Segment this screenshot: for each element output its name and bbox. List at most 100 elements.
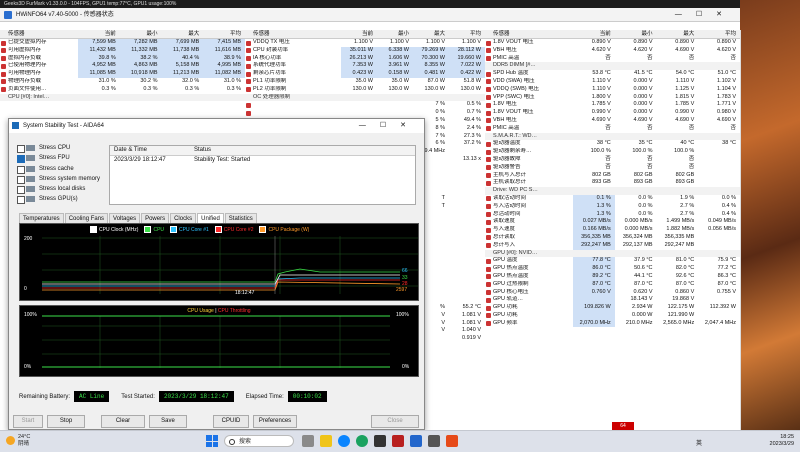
terminal-icon[interactable] <box>374 435 386 447</box>
sensor-section[interactable]: S.M.A.R.T.: WD… <box>485 132 740 141</box>
sensor-row[interactable]: 虚拟内存负载 39.8 % 38.2 % 40.4 % 38.9 % <box>0 54 245 63</box>
app-icon[interactable] <box>446 435 458 447</box>
input-language[interactable]: 英 <box>696 438 702 447</box>
sensor-row[interactable]: VDDQ (SWB) 电压 1.110 V 0.000 V 1.125 V 1.104 … <box>485 86 740 94</box>
sensor-row[interactable]: 总活动时间 1.3 % 0.0 % 2.7 % 0.4 % <box>485 210 740 219</box>
sensor-row[interactable]: GPU 功耗 0.000 W 121.990 W <box>485 311 740 320</box>
window-controls[interactable]: —☐✕ <box>359 119 420 133</box>
sensor-row[interactable]: VBH 电压 4.690 V 4.690 V 4.690 V 4.690 V <box>485 117 740 125</box>
sensor-row[interactable]: 驱动器温度 38 °C 35 °C 40 °C 38 °C <box>485 140 740 148</box>
sensor-row[interactable]: VBH 电压 4.620 V 4.620 V 4.690 V 4.620 V <box>485 47 740 55</box>
sensor-row[interactable]: 已提交虚拟内存 7,599 MB 7,282 MB 7,699 MB 7,415 MB <box>0 39 245 47</box>
sensor-row[interactable]: 总计读取 356,335 MB 356,324 MB 356,335 MB <box>485 233 740 242</box>
sensor-row[interactable]: 驱动器剩余寿… 100.0 % 100.0 % 100.0 % <box>485 148 740 156</box>
sensor-row[interactable]: 总计写入 292,247 MB 292,137 MB 292,247 MB <box>485 241 740 250</box>
cpuid-button[interactable]: CPUID <box>213 415 249 428</box>
file-explorer-icon[interactable] <box>320 435 332 447</box>
sensor-section[interactable]: CPU [#0]: Intel… <box>0 93 245 102</box>
weather-widget[interactable]: 24°C 阴晴 <box>6 434 30 448</box>
stress-option[interactable]: Stress CPU <box>17 143 100 153</box>
sensor-row[interactable]: 已使用物理内存 4,952 MB 4,863 MB 5,158 MB 4,995 MB <box>0 62 245 71</box>
sensor-row[interactable]: 可用虚拟内存 11,432 MB 11,332 MB 11,738 MB 11,616 … <box>0 46 245 55</box>
sensor-section[interactable]: DDR5 DIMM [#… <box>485 62 740 71</box>
col-header[interactable]: 最大 <box>657 30 699 38</box>
clear-button[interactable]: Clear <box>101 415 145 428</box>
save-button[interactable]: Save <box>149 415 187 428</box>
col-header[interactable]: 最大 <box>162 30 204 38</box>
sensor-row[interactable]: 剩余芯片功率 0.423 W 0.158 W 0.481 W 0.422 W <box>245 70 485 78</box>
sensor-row[interactable]: IA 核心功率 26.213 W 1.606 W 70.300 W 19.660 W <box>245 54 485 63</box>
sensor-row[interactable]: PMIC 高温 否 否 否 否 <box>485 125 740 133</box>
stress-option[interactable]: Stress system memory <box>17 174 100 184</box>
sensor-row[interactable]: VDD (SWA) 电压 1.110 V 0.000 V 1.110 V 1.102 V <box>485 78 740 86</box>
col-header[interactable]: 传感器 <box>245 30 341 38</box>
sensor-row[interactable]: CPU 封装功率 35.011 W 6.338 W 79.269 W 28.112 W <box>245 46 485 55</box>
sensor-row[interactable]: VDDQ TX 电压 1.100 V 1.100 V 1.100 V 1.100 V <box>245 39 485 47</box>
sensor-row[interactable]: GPU 轨道… 18.143 V 19.868 V <box>485 296 740 305</box>
stress-option[interactable]: Stress local disks <box>17 184 100 195</box>
system-clock[interactable]: 18:25 2023/3/29 <box>770 434 794 448</box>
col-header[interactable]: 当前 <box>573 30 615 38</box>
sensor-row[interactable]: GPU 功耗 109.826 W 2.934 W 122.175 W 112.392 W <box>485 304 740 312</box>
sensor-section[interactable]: GPU [#0]: NVID… <box>485 249 740 258</box>
col-header[interactable]: 平均 <box>698 30 740 38</box>
sensor-row[interactable]: SPD Hub 温度 53.8 °C 41.5 °C 54.0 °C 51.0 °C <box>485 70 740 78</box>
stress-option[interactable]: Stress FPU <box>17 153 100 164</box>
col-header[interactable]: 平均 <box>449 30 485 38</box>
stress-option[interactable]: Stress GPU(s) <box>17 194 100 205</box>
sensor-row[interactable]: 读取速度 0.027 MB/s 0.000 MB/s 1.499 MB/s 0.049 … <box>485 218 740 227</box>
task-view-icon[interactable] <box>302 435 314 447</box>
sensor-row[interactable]: PL1 功率限制 35.0 W 35.0 W 87.0 W 51.8 W <box>245 78 485 86</box>
edge-icon[interactable] <box>338 435 350 447</box>
chrome-icon[interactable] <box>356 435 368 447</box>
sensor-row[interactable]: GPU 温度 77.8 °C 37.9 °C 81.0 °C 75.9 °C <box>485 257 740 266</box>
close-button[interactable]: Close <box>371 415 419 428</box>
sensor-row[interactable]: 1.8V VOUT 电压 0.890 V 0.890 V 0.890 V 0.890 V <box>485 39 740 47</box>
sensor-row[interactable]: GPU 频率 2,070.0 MHz 210.0 MHz 2,565.0 MHz 2,0… <box>485 319 740 328</box>
sensor-section[interactable]: Drive: WD PC S… <box>485 187 740 195</box>
stress-checkbox[interactable] <box>17 175 25 184</box>
col-header[interactable]: 最小 <box>615 30 657 38</box>
stop-button[interactable]: Stop <box>47 415 85 428</box>
sensor-row[interactable]: GPU 核心电压 0.760 V 0.620 V 0.860 V 0.755 V <box>485 288 740 297</box>
sensor-row[interactable]: 驱动器警告 否 否 否 <box>485 164 740 172</box>
stress-checkbox[interactable] <box>17 155 25 164</box>
sensor-row[interactable]: 1.8V VOUT 电压 0.990 V 0.000 V 0.990 V 0.980 V <box>485 109 740 117</box>
sensor-row[interactable]: GPU 过热限制 87.0 °C 87.0 °C 87.0 °C 87.0 °C <box>485 280 740 289</box>
sensor-row[interactable]: 7 % 0.5 % <box>245 101 485 109</box>
stress-checkbox[interactable] <box>17 165 25 174</box>
sensor-row[interactable]: 主机读取总计 893 GB 893 GB 893 GB <box>485 179 740 187</box>
sensor-row[interactable]: 系统代理功率 7.353 W 3.961 W 8.355 W 7.022 W <box>245 62 485 71</box>
sensor-row[interactable]: 写入速度 0.166 MB/s 0.000 MB/s 1.882 MB/s 0.056 … <box>485 226 740 234</box>
sensor-row[interactable]: GPU 热点温度 86.0 °C 50.6 °C 82.0 °C 77.2 °C <box>485 265 740 273</box>
start-button[interactable]: Start <box>13 415 43 428</box>
sensor-row[interactable]: GPU 热点温度 89.2 °C 44.1 °C 92.6 °C 86.3 °C <box>485 272 740 281</box>
sensor-section[interactable]: OC 处理器限制 <box>245 93 485 102</box>
event-row[interactable]: 2023/3/29 18:12:47 Stability Test: Start… <box>110 156 415 165</box>
stress-option[interactable]: Stress cache <box>17 164 100 174</box>
col-header[interactable]: 最小 <box>377 30 413 38</box>
furmark-task-icon[interactable] <box>428 435 440 447</box>
col-header[interactable]: 传感器 <box>485 30 573 38</box>
sensor-row[interactable]: 主机写入总计 802 GB 802 GB 802 GB <box>485 172 740 180</box>
aida64-task-icon[interactable] <box>392 435 404 447</box>
sensor-row[interactable]: 可用物理内存 11,085 MB 10,918 MB 11,213 MB 11,082 … <box>0 70 245 78</box>
sensor-row[interactable]: 页面文件使用… 0.3 % 0.3 % 0.3 % 0.3 % <box>0 86 245 94</box>
col-header[interactable]: 最小 <box>120 30 162 38</box>
sensor-row[interactable]: 物理内存负载 31.0 % 30.2 % 32.0 % 31.0 % <box>0 78 245 86</box>
col-header[interactable]: 平均 <box>203 30 245 38</box>
sensor-row[interactable]: 驱动器故障 否 否 否 <box>485 156 740 164</box>
window-controls[interactable]: —☐✕ <box>675 8 736 22</box>
sensor-row[interactable]: 1.8V 电压 1.785 V 0.000 V 1.785 V 1.771 V <box>485 101 740 109</box>
sensor-row[interactable]: 写入活动时间 1.3 % 0.0 % 2.7 % 0.4 % <box>485 202 740 211</box>
col-header[interactable]: 当前 <box>341 30 377 38</box>
sensor-row[interactable]: 0 % 0.7 % <box>245 109 485 117</box>
stress-checkbox[interactable] <box>17 196 25 205</box>
hwinfo-task-icon[interactable] <box>410 435 422 447</box>
col-header[interactable]: 当前 <box>78 30 120 38</box>
col-header[interactable]: 传感器 <box>0 30 78 38</box>
col-header[interactable]: 最大 <box>413 30 449 38</box>
taskbar-search[interactable]: 搜索 <box>224 435 294 447</box>
preferences-button[interactable]: Preferences <box>253 415 297 428</box>
sensor-row[interactable]: VPP (SWC) 电压 1.800 V 0.000 V 1.815 V 1.783 V <box>485 94 740 102</box>
